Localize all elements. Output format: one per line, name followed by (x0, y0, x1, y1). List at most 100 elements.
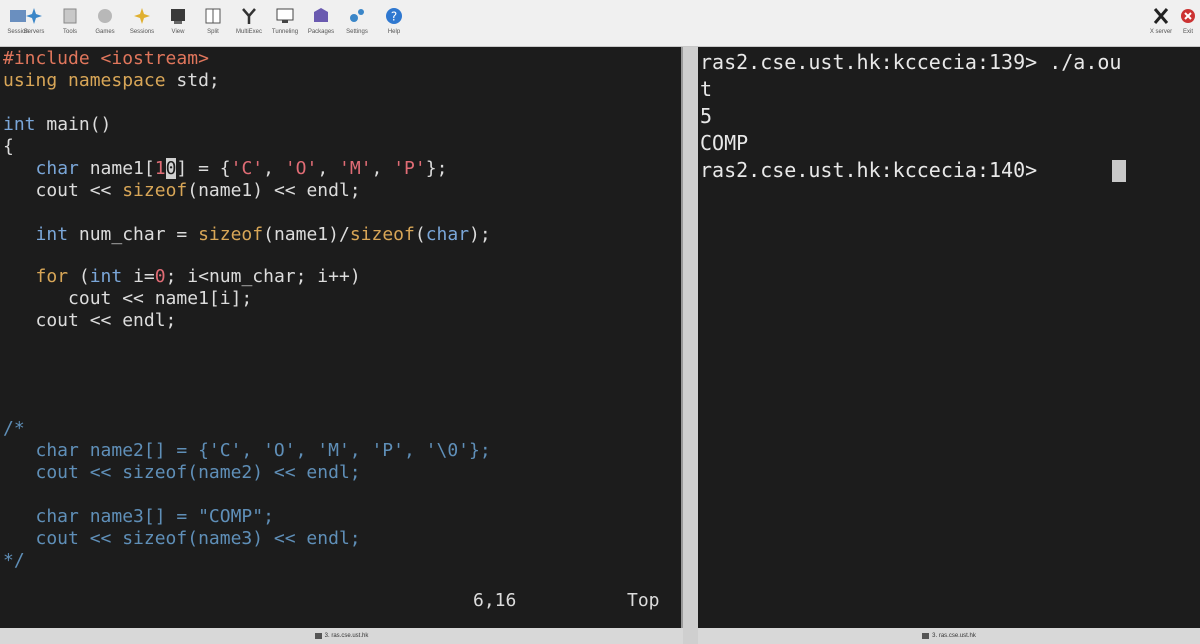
x-server-icon (1153, 8, 1169, 24)
games-icon (98, 9, 112, 23)
code-token: cout << name1[i]; (3, 288, 253, 309)
toolbar-tunneling-button[interactable]: Tunneling (267, 6, 303, 42)
toolbar-label: Tunneling (271, 29, 299, 35)
code-token: for (35, 266, 69, 287)
code-token: char (35, 158, 79, 179)
code-token: std; (165, 70, 220, 91)
terminal-line: t (700, 77, 713, 101)
left-session-tab-label: 3. ras.cse.ust.hk (324, 633, 369, 639)
code-token: , (371, 158, 394, 179)
code-token: { (3, 136, 14, 157)
code-token: ); (469, 224, 491, 245)
exit-icon (1181, 9, 1195, 23)
toolbar-help-button[interactable]: ? Help (376, 6, 412, 42)
toolbar-multiexec-button[interactable]: MultiExec (231, 6, 267, 42)
code-line: int main() (3, 114, 111, 136)
toolbar: Session Servers Tools Games Sessions Vie… (0, 0, 1200, 47)
toolbar-settings-button[interactable]: Settings (339, 6, 375, 42)
code-line: char name3[] = "COMP"; (3, 506, 274, 528)
code-line: cout << sizeof(name2) << endl; (3, 462, 361, 484)
toolbar-label: View (171, 29, 185, 35)
code-token: cout << sizeof(name2) << endl; (3, 462, 361, 483)
code-line: cout << endl; (3, 310, 177, 332)
code-token: num_char = (68, 224, 199, 245)
toolbar-games-button[interactable]: Games (87, 6, 123, 42)
code-token: i= (122, 266, 155, 287)
code-token: sizeof (349, 224, 415, 245)
code-token: char name3[] = "COMP"; (3, 506, 274, 527)
toolbar-label: Help (387, 29, 401, 35)
multiexec-icon (242, 8, 256, 24)
toolbar-servers-button[interactable]: Servers (16, 6, 52, 42)
code-token: #include <iostream> (3, 48, 209, 69)
code-token: char name2[] = {'C', 'O', 'M', 'P', '\0'… (3, 440, 491, 461)
toolbar-tools-button[interactable]: Tools (52, 6, 88, 42)
code-line: /* (3, 418, 25, 440)
exit-button[interactable]: Exit (1170, 6, 1200, 42)
code-token: ( (414, 224, 426, 245)
code-token: char (425, 224, 470, 245)
svg-text:?: ? (391, 10, 397, 24)
terminal-pane[interactable] (698, 47, 1200, 628)
code-token: }; (425, 158, 448, 179)
sessions-icon (134, 8, 150, 24)
code-token: int (3, 114, 36, 135)
code-token: using (3, 70, 58, 91)
toolbar-sessions-button[interactable]: Sessions (124, 6, 160, 42)
code-token: 'O' (284, 158, 318, 179)
code-token: ] = { (176, 158, 231, 179)
left-session-tab[interactable]: 3. ras.cse.ust.hk (0, 628, 683, 644)
code-token: name1[ (78, 158, 155, 179)
right-session-tab[interactable]: 3. ras.cse.ust.hk (698, 628, 1200, 644)
terminal-prompt[interactable]: ras2.cse.ust.hk:kccecia:140> (700, 157, 1049, 184)
toolbar-label: Servers (23, 29, 45, 35)
terminal-line: COMP (700, 131, 749, 155)
code-token: ; i<num_char; i++) (165, 266, 361, 287)
cursor-position: 6,16 (473, 590, 517, 611)
code-token: */ (3, 550, 25, 571)
code-token: namespace (68, 70, 166, 91)
toolbar-label: MultiExec (235, 29, 262, 35)
code-token: sizeof (122, 180, 188, 201)
toolbar-packages-button[interactable]: Packages (303, 6, 339, 42)
code-token: cout << sizeof(name3) << endl; (3, 528, 361, 549)
code-token: cout << (3, 180, 123, 201)
toolbar-label: Tools (62, 29, 77, 35)
toolbar-view-button[interactable]: View (160, 6, 196, 42)
code-line: { (3, 136, 14, 158)
settings-icon (350, 9, 364, 22)
toolbar-label: Settings (346, 29, 368, 35)
help-icon: ? (386, 8, 402, 24)
toolbar-split-button[interactable]: Split (195, 6, 231, 42)
split-divider[interactable] (683, 47, 698, 644)
code-token: 1 (154, 158, 166, 179)
code-line: using namespace std; (3, 70, 220, 92)
code-token: 0 (154, 266, 166, 287)
toolbar-label: Games (95, 29, 115, 35)
code-line: */ (3, 550, 25, 572)
code-token: 'C' (230, 158, 264, 179)
tools-icon (63, 8, 77, 24)
code-token: int (89, 266, 123, 287)
code-token: 'P' (393, 158, 426, 179)
split-icon (205, 8, 221, 24)
terminal-cursor (1112, 160, 1126, 182)
code-token: int (35, 224, 69, 245)
scroll-position: Top (627, 590, 660, 611)
code-token: sizeof (198, 224, 264, 245)
code-token: main() (35, 114, 112, 135)
code-token: , (263, 158, 285, 179)
toolbar-label: Split (207, 29, 219, 35)
code-line: char name2[] = {'C', 'O', 'M', 'P', '\0'… (3, 440, 491, 462)
code-token: (name1)/ (263, 224, 350, 245)
code-line: cout << name1[i]; (3, 288, 252, 310)
view-icon (171, 9, 185, 24)
xserver-label: X server (1149, 29, 1173, 35)
servers-icon (26, 8, 42, 24)
code-token: cout << endl; (3, 310, 177, 331)
code-token: ( (68, 266, 90, 287)
code-line: char name1[10] = {'C', 'O', 'M', 'P'}; (3, 158, 447, 180)
